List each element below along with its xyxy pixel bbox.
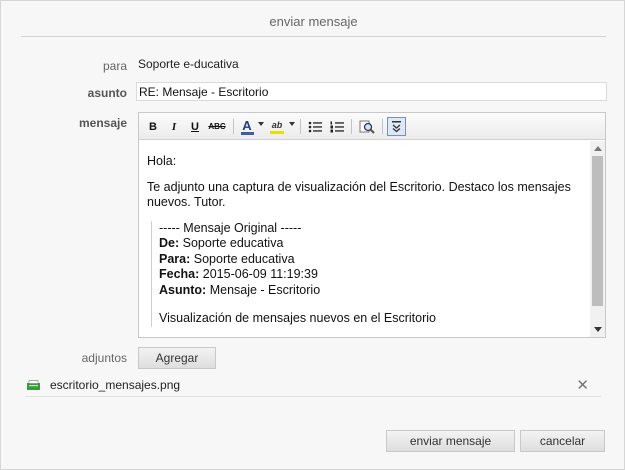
- dialog-title: enviar mensaje: [21, 7, 606, 37]
- to-value: Soporte e-ducativa: [138, 57, 239, 71]
- font-color-bar: [240, 131, 254, 135]
- to-label: para: [102, 59, 127, 73]
- attachments-label: adjuntos: [81, 351, 127, 365]
- quote-from-line: De: Soporte educativa: [159, 236, 582, 252]
- editor-toolbar: B I U ABC A ab: [139, 113, 605, 140]
- scroll-down-icon[interactable]: [594, 327, 602, 332]
- quote-header: ----- Mensaje Original -----: [159, 220, 302, 235]
- editor-content[interactable]: Hola: Te adjunto una captura de visualiz…: [139, 141, 590, 337]
- subject-input[interactable]: [136, 82, 607, 101]
- quote-date-line: Fecha: 2015-06-09 11:19:39: [159, 267, 582, 283]
- quote-to-value: Soporte educativa: [193, 251, 295, 266]
- quoted-message: ----- Mensaje Original ----- De: Soporte…: [151, 220, 582, 327]
- add-attachment-button[interactable]: Agregar: [138, 347, 216, 369]
- image-file-icon: [27, 380, 40, 390]
- message-label: mensaje: [78, 116, 127, 130]
- underline-icon[interactable]: U: [187, 117, 203, 136]
- toolbar-separator: [300, 119, 301, 134]
- highlight-letters: ab: [271, 120, 283, 130]
- message-editor[interactable]: B I U ABC A ab Hola: Te adjunto una capt…: [138, 112, 606, 338]
- font-color-icon[interactable]: A: [239, 117, 255, 136]
- font-color-dropdown-icon[interactable]: [258, 122, 264, 126]
- numbered-list-icon[interactable]: [328, 117, 346, 136]
- subject-label: asunto: [87, 86, 127, 100]
- bold-icon[interactable]: B: [144, 117, 162, 136]
- attachment-file-name: escritorio_mensajes.png: [50, 378, 181, 392]
- strikethrough-icon[interactable]: ABC: [207, 117, 227, 136]
- highlight-dropdown-icon[interactable]: [289, 122, 295, 126]
- quote-date-value: 2015-06-09 11:19:39: [202, 267, 318, 281]
- toolbar-separator: [351, 119, 352, 134]
- compose-dialog: enviar mensaje para Soporte e-ducativa a…: [0, 0, 625, 470]
- highlight-bar: [270, 131, 284, 134]
- quote-subject-line: Asunto: Mensaje - Escritorio: [159, 283, 582, 299]
- italic-icon[interactable]: I: [166, 117, 182, 136]
- highlight-icon[interactable]: ab: [269, 117, 285, 136]
- bullet-list-icon[interactable]: [306, 117, 324, 136]
- toggle-toolbar-icon[interactable]: [387, 117, 406, 136]
- editor-scrollbar[interactable]: [590, 141, 605, 337]
- close-icon[interactable]: ✕: [576, 376, 589, 394]
- toolbar-separator: [233, 119, 234, 134]
- send-message-button[interactable]: enviar mensaje: [386, 430, 515, 452]
- quote-body-line: Visualización de mensajes nuevos en el E…: [159, 311, 437, 325]
- greeting-text: Hola:: [147, 154, 177, 168]
- quote-subject-label: Asunto:: [159, 282, 207, 297]
- quote-date-label: Fecha:: [159, 267, 200, 281]
- quote-from-label: De:: [159, 236, 180, 250]
- cancel-button[interactable]: cancelar: [520, 430, 605, 452]
- attachment-row: escritorio_mensajes.png ✕: [25, 377, 601, 397]
- quote-from-value: Soporte educativa: [182, 236, 284, 250]
- quote-subject-value: Mensaje - Escritorio: [209, 282, 321, 297]
- toolbar-separator: [382, 119, 383, 134]
- body-paragraph: Te adjunto una captura de visualización …: [147, 179, 571, 210]
- quote-to-label: Para:: [159, 251, 191, 266]
- scroll-thumb[interactable]: [592, 156, 603, 306]
- font-color-letter: A: [242, 117, 252, 133]
- find-replace-icon[interactable]: [357, 117, 377, 136]
- quote-to-line: Para: Soporte educativa: [159, 252, 582, 268]
- scroll-up-icon[interactable]: [594, 146, 602, 151]
